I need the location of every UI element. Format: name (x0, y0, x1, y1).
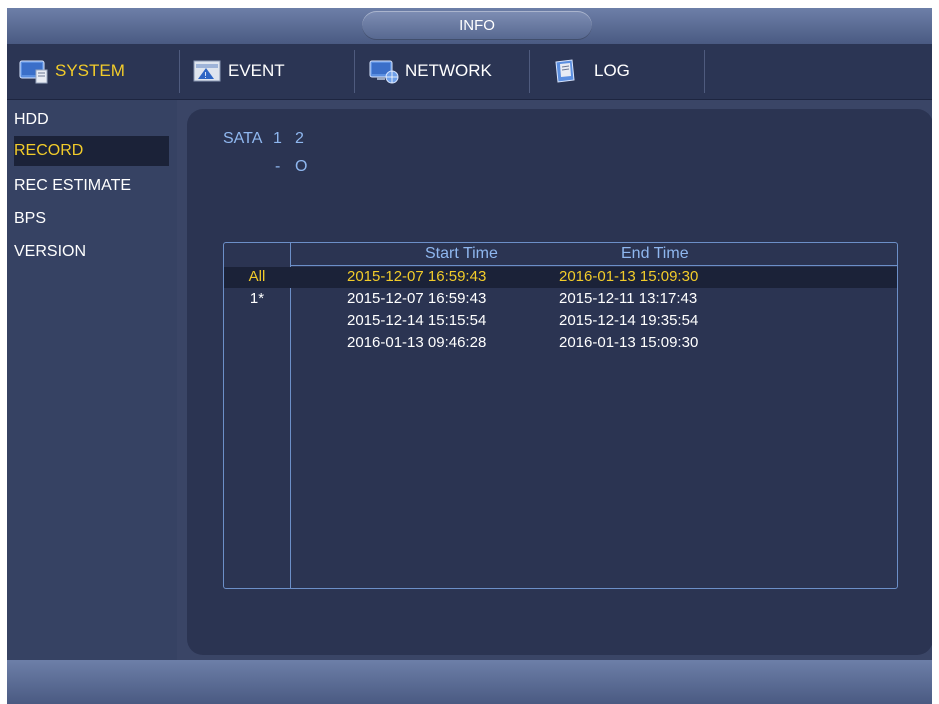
svg-text:!: ! (204, 71, 207, 80)
table-row[interactable]: 2015-12-14 15:15:54 2015-12-14 19:35:54 (224, 311, 897, 332)
row-start-time: 2015-12-07 16:59:43 (347, 290, 487, 307)
tab-system[interactable]: SYSTEM (19, 54, 125, 88)
sidebar-item-label: REC ESTIMATE (14, 177, 132, 194)
sidebar-item-hdd[interactable]: HDD (14, 105, 169, 135)
tab-label: NETWORK (405, 61, 492, 80)
tab-event[interactable]: ! EVENT (192, 54, 285, 88)
row-start-time: 2015-12-14 15:15:54 (347, 312, 487, 329)
tab-label: LOG (594, 61, 630, 80)
info-window: INFO SYSTEM ! EVENT NETWORK LOG HDD RECO… (7, 8, 932, 704)
row-end-time: 2015-12-14 19:35:54 (559, 312, 699, 329)
tab-divider (704, 50, 705, 93)
sata-port-1: 1 (273, 130, 282, 147)
sidebar-item-label: BPS (14, 210, 47, 227)
sata-label: SATA (223, 130, 263, 147)
network-icon (369, 58, 399, 84)
header-divider (290, 265, 897, 266)
sidebar: HDD RECORD REC ESTIMATE BPS VERSION (7, 100, 177, 660)
tab-label: EVENT (228, 61, 285, 80)
table-row[interactable]: 2016-01-13 09:46:28 2016-01-13 15:09:30 (224, 333, 897, 354)
table-row[interactable]: 1* 2015-12-07 16:59:43 2015-12-11 13:17:… (224, 289, 897, 310)
start-time-header: Start Time (425, 245, 498, 262)
row-end-time: 2015-12-11 13:17:43 (559, 290, 698, 307)
sidebar-item-record[interactable]: RECORD (14, 136, 169, 166)
event-icon: ! (192, 58, 222, 84)
sidebar-item-label: HDD (14, 111, 49, 128)
tab-divider (179, 50, 180, 93)
main-tab-bar: SYSTEM ! EVENT NETWORK LOG (7, 44, 932, 100)
record-table: Start Time End Time All 2015-12-07 16:59… (223, 242, 898, 589)
end-time-header: End Time (621, 245, 689, 262)
window-title: INFO (362, 11, 592, 40)
sidebar-item-bps[interactable]: BPS (14, 204, 169, 234)
row-index: 1* (249, 290, 265, 307)
row-start-time: 2015-12-07 16:59:43 (347, 268, 487, 285)
sidebar-item-label: VERSION (14, 243, 87, 260)
log-icon (552, 58, 582, 84)
system-icon (19, 58, 49, 84)
sata-status-1: - (275, 158, 281, 175)
tab-label: SYSTEM (55, 61, 125, 80)
sidebar-item-label: RECORD (14, 142, 84, 159)
tab-log[interactable]: LOG (552, 54, 630, 88)
sata-status-2: O (295, 158, 308, 175)
sidebar-item-rec-estimate[interactable]: REC ESTIMATE (14, 171, 169, 201)
record-panel: SATA 1 2 - O Start Time End Time All 201… (187, 109, 932, 655)
row-start-time: 2016-01-13 09:46:28 (347, 334, 487, 351)
tab-network[interactable]: NETWORK (369, 54, 492, 88)
row-end-time: 2016-01-13 15:09:30 (559, 268, 699, 285)
tab-divider (354, 50, 355, 93)
row-end-time: 2016-01-13 15:09:30 (559, 334, 699, 351)
bottom-bar (7, 660, 932, 704)
sata-port-2: 2 (295, 130, 304, 147)
title-bar: INFO (7, 8, 932, 44)
tab-divider (529, 50, 530, 93)
row-index: All (248, 268, 266, 285)
sidebar-item-version[interactable]: VERSION (14, 237, 169, 267)
table-row[interactable]: All 2015-12-07 16:59:43 2016-01-13 15:09… (224, 267, 897, 288)
